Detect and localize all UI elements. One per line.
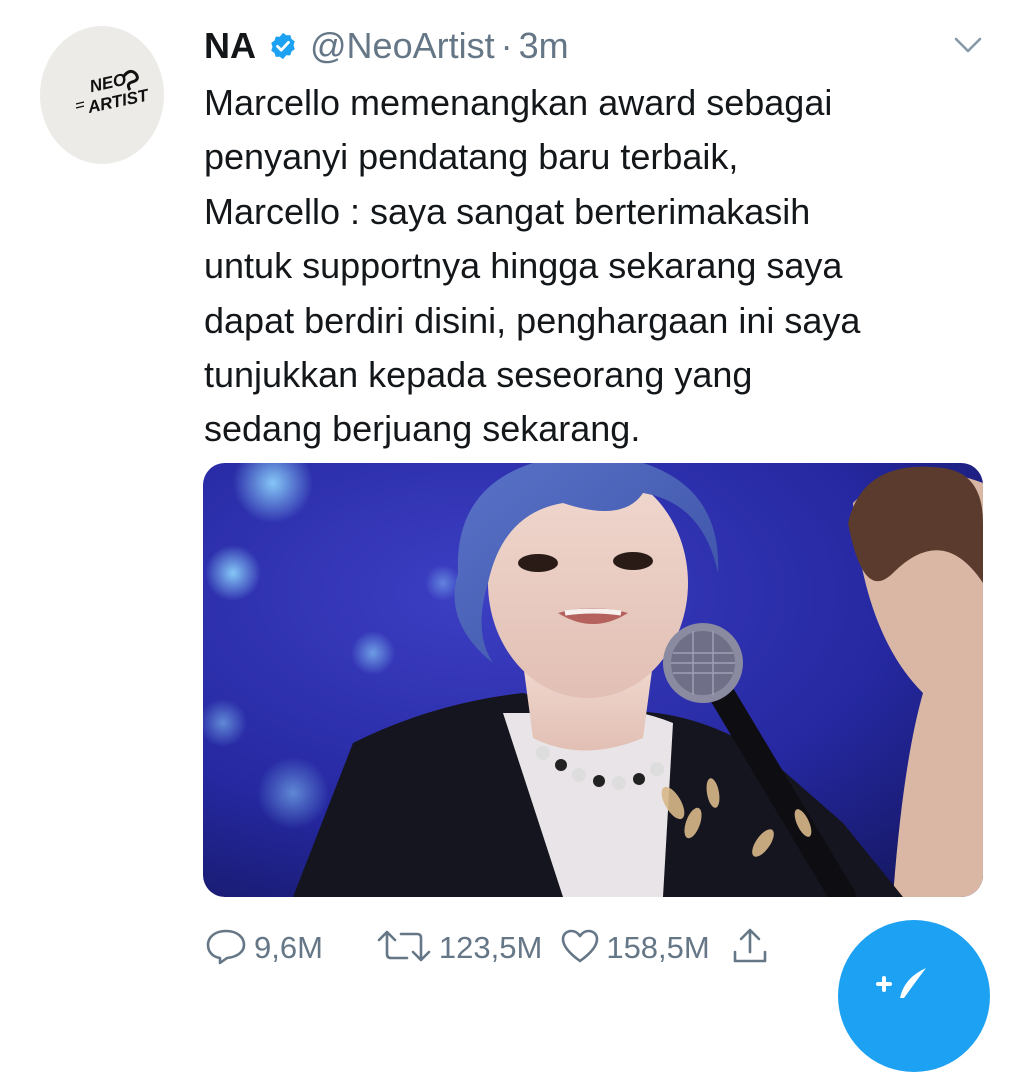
chevron-down-icon[interactable]: [948, 30, 988, 60]
tweet-text-line: penyanyi pendatang baru terbaik,: [204, 136, 739, 178]
tweet-header: NA @NeoArtist · 3m: [204, 22, 569, 70]
like-button[interactable]: 158,5M: [560, 928, 710, 969]
share-arrow-icon: [730, 926, 770, 971]
compose-tweet-button[interactable]: [838, 920, 990, 1072]
neo-artist-logo: NEO ARTIST: [75, 70, 151, 117]
verified-badge-icon: [268, 31, 298, 61]
heart-icon: [560, 928, 600, 969]
author-handle[interactable]: @NeoArtist: [310, 25, 495, 67]
retweet-button[interactable]: 123,5M: [375, 928, 542, 969]
tweet-media-photo[interactable]: [203, 463, 983, 897]
reply-button[interactable]: 9,6M: [204, 927, 323, 970]
like-count: 158,5M: [606, 930, 710, 965]
tweet-text-line: dapat berdiri disini, penghargaan ini sa…: [204, 299, 861, 341]
tweet-text-line: Marcello memenangkan award sebagai: [204, 82, 833, 123]
separator-dot: ·: [500, 25, 513, 66]
tweet-timestamp[interactable]: 3m: [519, 25, 569, 67]
tweet-text-line: untuk supportnya hingga sekarang saya: [204, 245, 843, 287]
avatar[interactable]: NEO ARTIST: [40, 26, 164, 164]
tweet-actions: 9,6M 123,5M 158,5M: [204, 924, 770, 972]
tweet-text: Marcello memenangkan award sebagai penya…: [204, 76, 984, 457]
feather-plus-icon: [874, 958, 934, 998]
tweet-text-line: sedang berjuang sekarang.: [204, 408, 641, 450]
speech-bubble-icon: [204, 927, 248, 970]
reply-count: 9,6M: [254, 930, 323, 965]
tweet-text-line: Marcello : saya sangat berterimakasih: [204, 190, 811, 232]
tweet-text-line: tunjukkan kepada seseorang yang: [204, 354, 753, 396]
retweet-arrows-icon: [375, 928, 433, 969]
share-button[interactable]: [730, 926, 770, 971]
author-name[interactable]: NA: [204, 25, 256, 67]
retweet-count: 123,5M: [438, 930, 543, 965]
